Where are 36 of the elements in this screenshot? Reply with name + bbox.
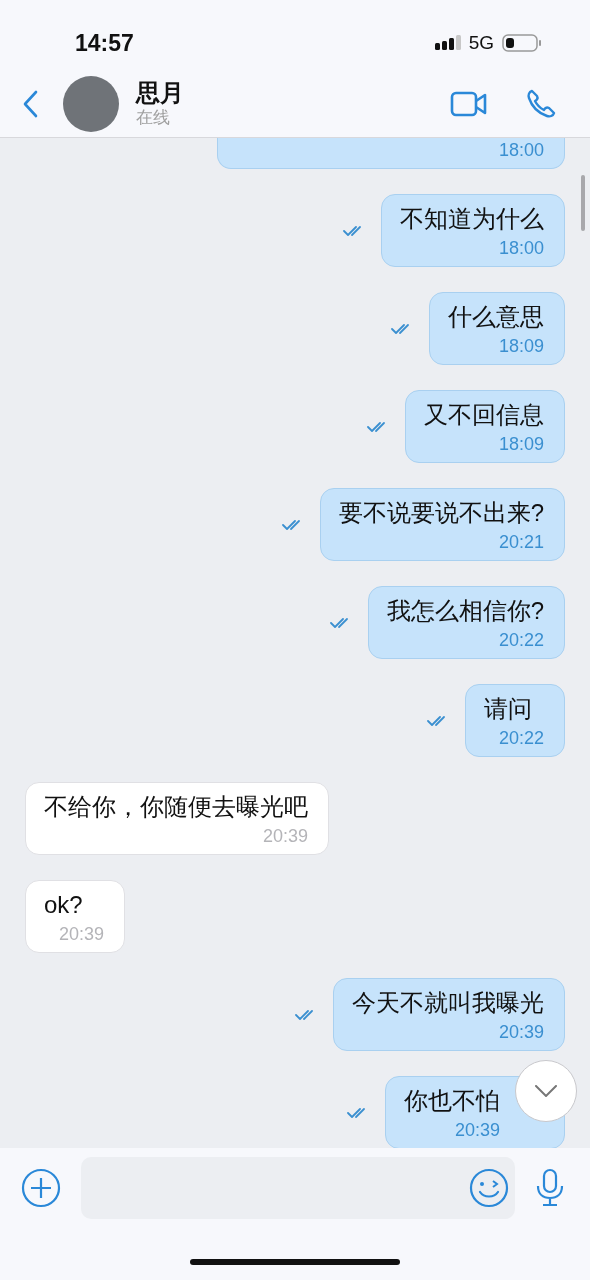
message-input-field[interactable] (81, 1157, 515, 1219)
microphone-icon[interactable] (535, 1168, 565, 1208)
message-text: 你也不怕 (404, 1086, 500, 1116)
contact-name: 思月 (136, 78, 185, 107)
winking-face-icon[interactable] (469, 1168, 509, 1208)
scroll-indicator (581, 175, 585, 231)
message-time: 18:00 (497, 139, 544, 162)
message-text: 要不说要说不出来? (338, 498, 544, 528)
back-icon[interactable] (22, 89, 38, 118)
network-label: 5G (468, 32, 494, 54)
status-time: 14:57 (75, 29, 134, 57)
message-text: 请问 (484, 694, 533, 724)
message-time: 20:39 (57, 923, 104, 946)
message-text: 不给你，你随便去曝光吧 (44, 792, 308, 822)
message-time: 20:22 (497, 629, 544, 652)
message-text: 不知道为什么 (400, 204, 544, 234)
message-time: 18:00 (497, 237, 544, 260)
video-camera-icon[interactable] (450, 90, 488, 117)
message-time: 18:09 (497, 433, 544, 456)
message-text: 今天不就叫我曝光 (352, 988, 544, 1018)
message-text: ok? (44, 890, 84, 920)
chevron-down-icon (535, 1085, 557, 1097)
message-time: 20:39 (497, 1021, 544, 1044)
message-text: 什么意思 (448, 302, 544, 332)
message-time: 20:39 (453, 1119, 500, 1142)
message-time: 18:09 (497, 335, 544, 358)
phone-icon[interactable] (525, 87, 557, 120)
message-text: 我怎么相信你? (386, 596, 544, 626)
signal-icon (434, 35, 461, 51)
plus-circle-icon[interactable] (21, 1168, 61, 1208)
presence-status: 在线 (136, 106, 171, 129)
message-text: 又不回信息 (424, 400, 544, 430)
message-time: 20:21 (497, 531, 544, 554)
battery-icon (502, 34, 542, 52)
message-time: 20:39 (261, 825, 308, 848)
message-time: 20:22 (497, 727, 544, 750)
